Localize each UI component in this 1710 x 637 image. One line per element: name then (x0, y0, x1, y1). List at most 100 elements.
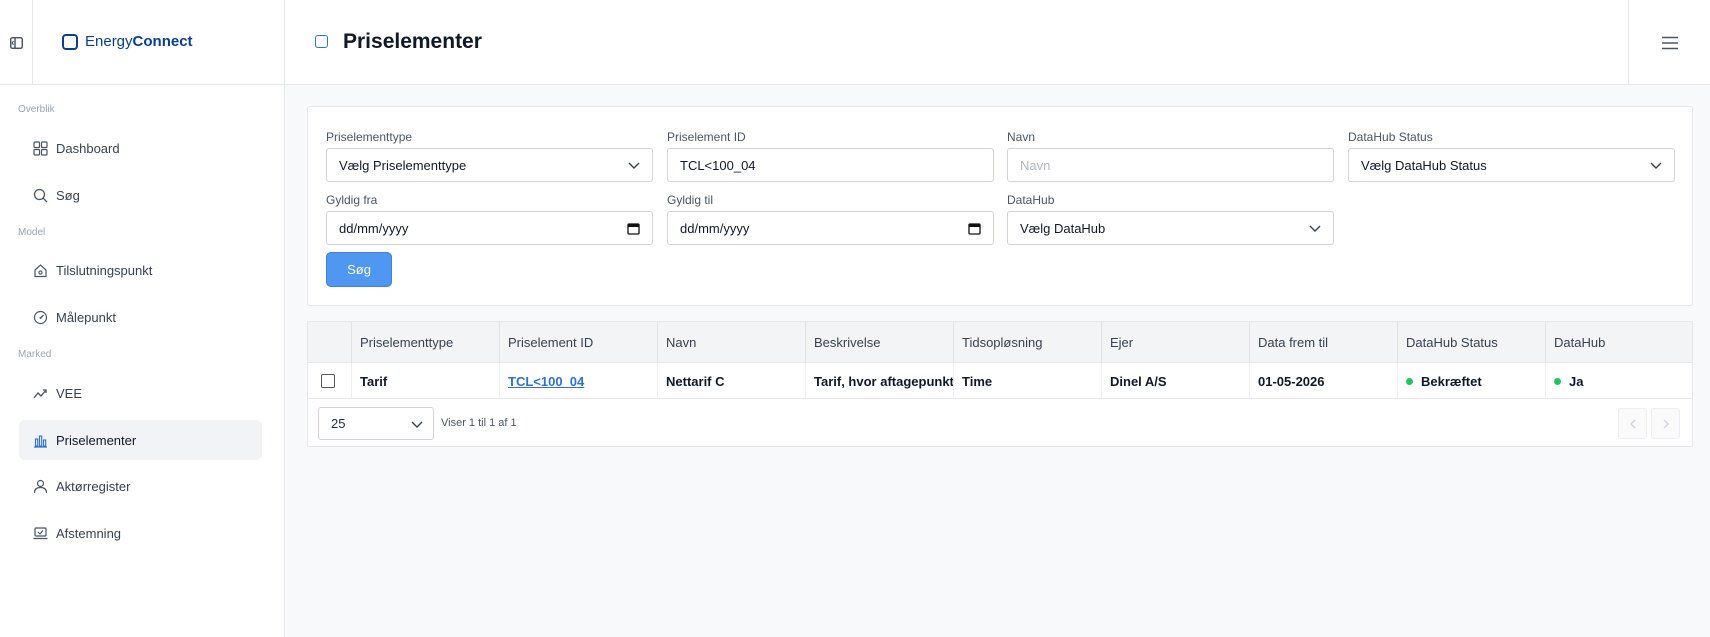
cell-description: Tarif, hvor aftagepunktet (805, 363, 953, 399)
brand-logo[interactable]: EnergyConnect (62, 33, 193, 50)
chevron-down-icon (1309, 225, 1321, 232)
cell-status: Bekræftet (1397, 363, 1545, 399)
sidebar-item-label: Priselementer (56, 432, 137, 448)
sidebar-item-vee[interactable]: VEE (19, 373, 262, 413)
brand-logo-icon (62, 33, 78, 50)
section-label-model: Model (18, 227, 46, 238)
type-select-value: Vælg Priselementtype (339, 157, 467, 173)
table-row[interactable]: Tarif TCL<100_04 Nettarif C Tarif, hvor … (308, 363, 1692, 399)
from-date-value: dd/mm/yyyy (339, 220, 409, 236)
cell-owner: Dinel A/S (1101, 363, 1249, 399)
row-select-cell (308, 363, 351, 399)
to-date-value: dd/mm/yyyy (680, 220, 750, 236)
cell-type: Tarif (351, 363, 499, 399)
from-date-input[interactable]: dd/mm/yyyy (326, 211, 653, 245)
sidebar-item-afstemning[interactable]: Afstemning (19, 513, 262, 553)
cell-datahub: Ja (1545, 363, 1692, 399)
hamburger-icon (1661, 36, 1678, 49)
user-icon (33, 479, 48, 493)
sidebar-item-label: Dashboard (56, 140, 120, 156)
sidebar-item-label: Afstemning (56, 525, 122, 541)
cell-data-until: 01-05-2026 (1249, 363, 1397, 399)
section-label-marked: Marked (18, 349, 52, 360)
page-size-select[interactable]: 25 (318, 407, 434, 440)
table-header: Priselementtype Priselement ID Navn Besk… (308, 322, 1692, 363)
sidebar-item-dashboard[interactable]: Dashboard (19, 128, 262, 168)
column-header[interactable]: Tidsopløsning (953, 322, 1101, 363)
select-all-column (308, 322, 351, 363)
column-header[interactable]: Ejer (1101, 322, 1249, 363)
column-header[interactable]: Beskrivelse (805, 322, 953, 363)
sidebar-item-priselementer[interactable]: Priselementer (19, 420, 262, 460)
column-header[interactable]: Data frem til (1249, 322, 1397, 363)
chart-bars-icon (34, 434, 47, 448)
page-title-icon (315, 35, 328, 48)
sidebar-item-tilslutningspunkt[interactable]: Tilslutningspunkt (19, 250, 262, 290)
search-button[interactable]: Søg (326, 252, 392, 287)
next-page-button[interactable] (1651, 408, 1680, 439)
status-label: DataHub Status (1348, 130, 1433, 144)
brand-name: EnergyConnect (85, 33, 193, 50)
sidebar-item-label: Aktørregister (56, 478, 131, 494)
type-label: Priselementtype (326, 130, 413, 144)
cell-name: Nettarif C (657, 363, 805, 399)
datahub-select-value: Vælg DataHub (1020, 220, 1106, 236)
from-label: Gyldig fra (326, 193, 378, 207)
prev-page-button[interactable] (1618, 408, 1647, 439)
type-select[interactable]: Vælg Priselementtype (326, 148, 653, 182)
cell-id: TCL<100_04 (499, 363, 657, 399)
status-dot-icon (1554, 377, 1561, 385)
trend-icon (33, 388, 47, 398)
page-info: Viser 1 til 1 af 1 (441, 417, 517, 429)
status-select[interactable]: Vælg DataHub Status (1348, 148, 1675, 182)
name-label: Navn (1007, 130, 1036, 144)
chevron-down-icon (411, 421, 423, 428)
page-title: Priselementer (343, 30, 482, 53)
id-label: Priselement ID (667, 130, 746, 144)
menu-button[interactable] (1628, 0, 1710, 85)
calendar-icon[interactable] (968, 222, 981, 235)
name-input[interactable] (1007, 148, 1334, 182)
calendar-icon[interactable] (627, 222, 640, 235)
column-header[interactable]: DataHub (1545, 322, 1692, 363)
column-header[interactable]: Navn (657, 322, 805, 363)
page-size-value: 25 (331, 416, 346, 431)
page-header: Priselementer (285, 0, 1710, 85)
grid-icon (33, 140, 48, 156)
sidebar-item-maalepunkt[interactable]: Målepunkt (19, 297, 262, 337)
datahub-text: Ja (1569, 373, 1584, 389)
chevron-left-icon (1629, 419, 1635, 428)
pagination: 25 Viser 1 til 1 af 1 (308, 399, 1692, 447)
priselement-id-link[interactable]: TCL<100_04 (508, 374, 584, 389)
sidebar-collapse-icon (9, 36, 23, 49)
sidebar-item-label: VEE (56, 385, 83, 401)
house-icon (34, 263, 47, 277)
chevron-down-icon (1650, 162, 1662, 169)
chevron-down-icon (628, 162, 640, 169)
search-icon (33, 188, 48, 202)
sidebar-item-label: Målepunkt (56, 309, 116, 325)
column-header[interactable]: Priselementtype (351, 322, 499, 363)
to-date-input[interactable]: dd/mm/yyyy (667, 211, 994, 245)
sidebar-item-label: Tilslutningspunkt (56, 262, 153, 278)
chevron-right-icon (1663, 419, 1669, 428)
sidebar-header: EnergyConnect (0, 0, 284, 85)
results-table: Priselementtype Priselement ID Navn Besk… (307, 321, 1693, 447)
gauge-icon (33, 310, 48, 324)
laptop-check-icon (33, 526, 48, 539)
to-label: Gyldig til (667, 193, 714, 207)
sidebar-collapse-button[interactable] (0, 0, 33, 85)
column-header[interactable]: Priselement ID (499, 322, 657, 363)
column-header[interactable]: DataHub Status (1397, 322, 1545, 363)
sidebar-item-aktoerregister[interactable]: Aktørregister (19, 466, 262, 506)
datahub-select[interactable]: Vælg DataHub (1007, 211, 1334, 245)
status-select-value: Vælg DataHub Status (1361, 157, 1487, 173)
row-checkbox[interactable] (321, 374, 335, 388)
id-input[interactable] (667, 148, 994, 182)
cell-resolution: Time (953, 363, 1101, 399)
sidebar-item-search[interactable]: Søg (19, 175, 262, 215)
sidebar-item-label: Søg (56, 187, 80, 203)
status-text: Bekræftet (1421, 373, 1482, 389)
section-label-overblik: Overblik (18, 104, 55, 115)
datahub-label: DataHub (1007, 193, 1055, 207)
